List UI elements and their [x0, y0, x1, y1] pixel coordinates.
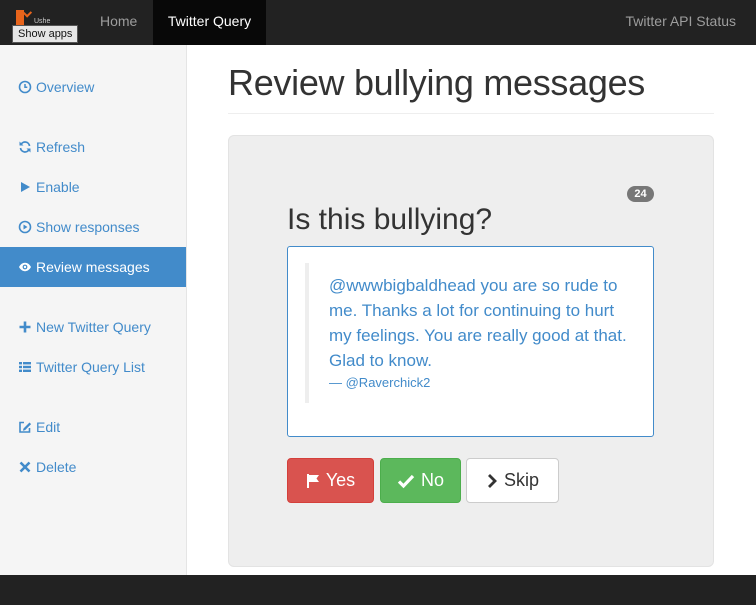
edit-icon [18, 420, 32, 434]
sidebar-item-review-messages[interactable]: Review messages [0, 247, 186, 287]
flag-icon [306, 462, 320, 505]
play-icon [18, 180, 32, 194]
yes-button-label: Yes [325, 470, 356, 490]
sidebar-item-label: Overview [36, 79, 95, 95]
clock-icon [18, 80, 32, 94]
title-divider [228, 113, 714, 114]
sidebar-item-new-twitter-query[interactable]: New Twitter Query [0, 307, 186, 347]
no-button[interactable]: No [380, 458, 461, 503]
yes-button[interactable]: Yes [287, 458, 374, 503]
top-navbar: Ushe Show apps Home Twitter Query Twitte… [0, 0, 756, 45]
count-badge: 24 [627, 186, 654, 202]
footer-bar [0, 575, 756, 605]
review-question: Is this bullying? [287, 203, 493, 236]
refresh-icon [18, 140, 32, 154]
page-title: Review bullying messages [228, 62, 645, 103]
sidebar-item-label: Refresh [36, 139, 86, 155]
chevron-right-icon [486, 462, 498, 505]
show-apps-tooltip: Show apps [12, 25, 79, 43]
logo-icon [16, 10, 24, 26]
sidebar: Overview Refresh Enable Show responses R… [0, 45, 187, 575]
sidebar-item-label: Twitter Query List [36, 359, 145, 375]
sidebar-item-twitter-query-list[interactable]: Twitter Query List [0, 347, 186, 387]
sidebar-item-label: Edit [36, 419, 61, 435]
sidebar-item-refresh[interactable]: Refresh [0, 127, 186, 167]
nav-twitter-query[interactable]: Twitter Query [153, 0, 266, 45]
message-card: @wwwbigbaldhead you are so rude to me. T… [287, 246, 654, 437]
remove-icon [18, 460, 32, 474]
sidebar-item-label: Show responses [36, 219, 140, 235]
message-author[interactable]: — @Raverchick2 [329, 374, 635, 392]
sidebar-item-delete[interactable]: Delete [0, 447, 186, 487]
sidebar-item-overview[interactable]: Overview [0, 67, 186, 107]
nav-home[interactable]: Home [100, 0, 137, 45]
nav-twitter-api-status[interactable]: Twitter API Status [626, 0, 737, 45]
skip-button[interactable]: Skip [466, 458, 559, 503]
sidebar-item-label: Enable [36, 179, 80, 195]
sidebar-item-enable[interactable]: Enable [0, 167, 186, 207]
sidebar-item-show-responses[interactable]: Show responses [0, 207, 186, 247]
plus-icon [18, 320, 32, 334]
message-quote: @wwwbigbaldhead you are so rude to me. T… [305, 263, 635, 403]
skip-button-label: Skip [503, 470, 539, 490]
eye-icon [18, 260, 32, 274]
check-icon [397, 462, 415, 505]
play-circle-icon [18, 220, 32, 234]
sidebar-item-label: Review messages [36, 259, 150, 275]
message-text: @wwwbigbaldhead you are so rude to me. T… [329, 276, 627, 370]
no-button-label: No [420, 470, 444, 490]
list-icon [18, 360, 32, 374]
sidebar-item-label: New Twitter Query [36, 319, 151, 335]
sidebar-item-label: Delete [36, 459, 77, 475]
brand-text: Ushe [34, 18, 51, 25]
sidebar-item-edit[interactable]: Edit [0, 407, 186, 447]
